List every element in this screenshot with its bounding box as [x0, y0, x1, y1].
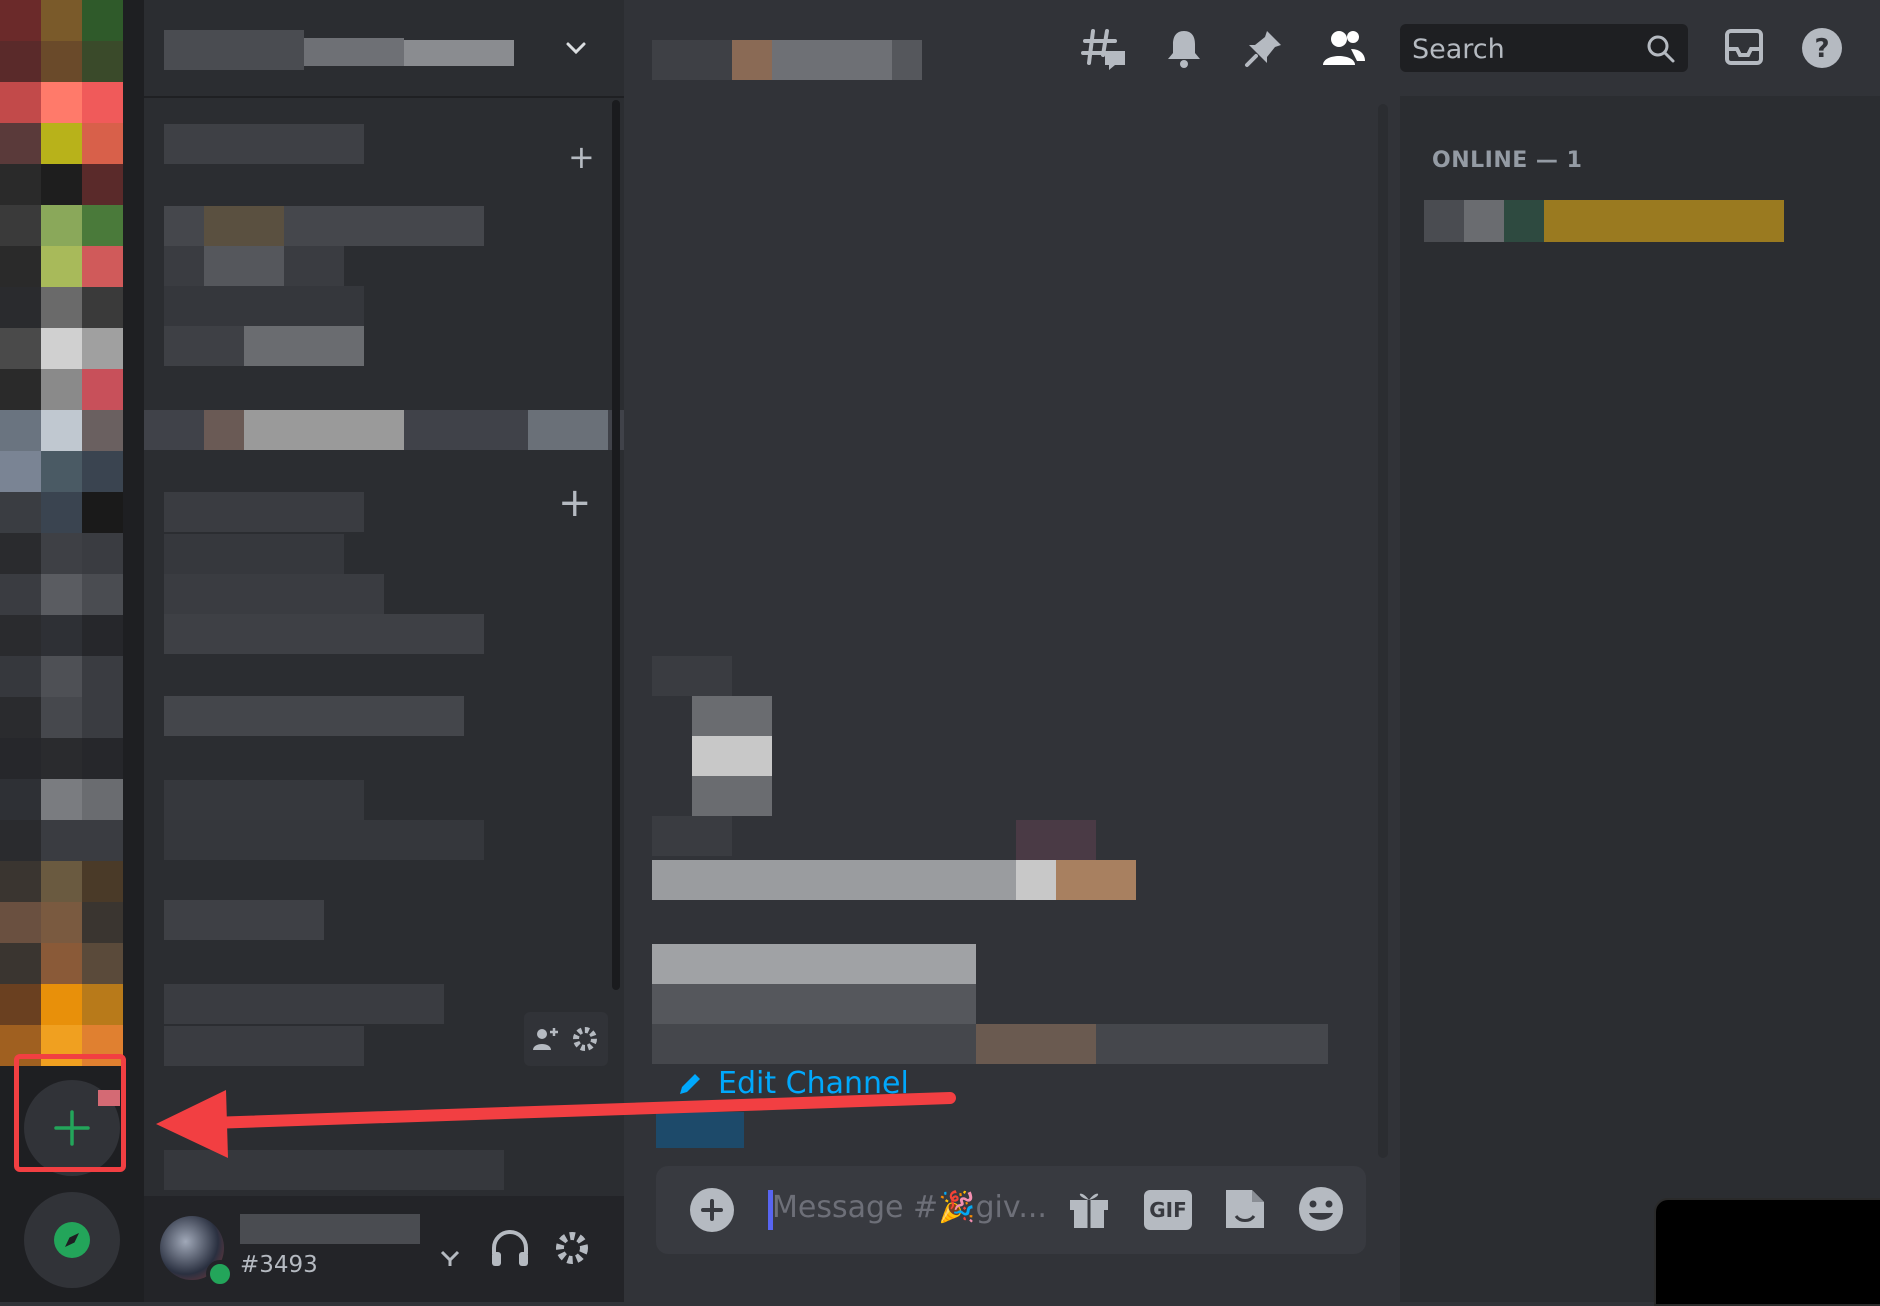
server-icon[interactable] [0, 533, 41, 574]
member-name-blurred [1544, 200, 1784, 242]
welcome-text-blurred [652, 944, 976, 984]
server-icon[interactable] [82, 0, 123, 41]
members-icon [1323, 31, 1365, 65]
help-button[interactable]: ? [1796, 22, 1848, 74]
sticker-icon[interactable] [1222, 1186, 1268, 1232]
sidebar-scrollbar[interactable] [612, 100, 620, 990]
gif-button[interactable]: GIF [1144, 1190, 1192, 1230]
server-icon[interactable] [0, 82, 41, 123]
threads-button[interactable] [1078, 22, 1130, 74]
channel-item[interactable] [164, 900, 324, 940]
threads-icon [1081, 29, 1125, 70]
headphones-icon[interactable] [488, 1226, 532, 1270]
chat-scrollbar[interactable] [1378, 104, 1388, 1158]
create-channel-icon[interactable]: + [558, 480, 592, 526]
help-icon: ? [1802, 28, 1842, 68]
user-settings-gear-icon[interactable] [552, 1228, 592, 1268]
upload-button[interactable] [690, 1188, 734, 1232]
invite-member-icon[interactable] [530, 1024, 560, 1054]
member-list-toggle[interactable] [1318, 22, 1370, 74]
welcome-title-blurred [652, 860, 1062, 900]
create-channel-icon[interactable]: + [568, 138, 595, 176]
channel-item[interactable] [164, 984, 444, 1024]
gear-icon[interactable] [570, 1024, 600, 1054]
search-icon [1647, 35, 1675, 63]
user-panel: #3493 [144, 1196, 624, 1302]
server-icon[interactable] [0, 779, 41, 820]
microphone-icon[interactable] [432, 1230, 468, 1270]
online-members-heading: ONLINE — 1 [1432, 148, 1583, 173]
channel-item[interactable] [164, 780, 364, 820]
pinned-messages-button[interactable] [1238, 22, 1290, 74]
gif-label: GIF [1149, 1198, 1187, 1222]
explore-servers-button[interactable] [24, 1192, 120, 1288]
server-icon[interactable] [41, 0, 82, 41]
channel-item[interactable] [164, 614, 484, 654]
channel-item[interactable] [164, 534, 344, 574]
channel-item[interactable] [164, 574, 384, 614]
server-icon[interactable] [0, 328, 41, 369]
server-header[interactable] [144, 0, 624, 98]
bell-icon [1168, 31, 1200, 68]
server-icon[interactable] [0, 656, 41, 697]
server-icon[interactable] [0, 205, 41, 246]
server-icon[interactable] [0, 410, 41, 451]
emoji-icon[interactable] [1296, 1184, 1346, 1234]
user-discriminator: #3493 [240, 1252, 318, 1278]
channel-category[interactable] [164, 492, 364, 532]
voice-channel-actions [524, 1012, 608, 1066]
member-list: ONLINE — 1 [1400, 96, 1880, 1302]
annotation-arrow [156, 1090, 956, 1158]
annotation-highlight-box [14, 1054, 126, 1172]
channel-item[interactable] [164, 696, 464, 736]
status-online-dot [206, 1260, 234, 1288]
overlay-panel [1654, 1198, 1880, 1306]
member-avatar-blurred [1424, 200, 1464, 242]
server-icon[interactable] [0, 861, 41, 902]
gift-icon[interactable] [1066, 1186, 1112, 1232]
username-blurred [240, 1214, 420, 1244]
search-placeholder: Search [1412, 34, 1505, 65]
svg-text:?: ? [1814, 34, 1829, 64]
inbox-icon [1725, 29, 1763, 65]
plus-circle-icon [701, 1199, 723, 1221]
channel-name-blurred [652, 40, 732, 80]
welcome-icon-blurred [652, 656, 732, 696]
search-input[interactable]: Search [1400, 24, 1688, 72]
message-composer[interactable]: Message #🎉giv... GIF [656, 1166, 1366, 1254]
server-icon[interactable] [0, 984, 41, 1025]
channel-header: Search ? [624, 0, 1880, 98]
inbox-button[interactable] [1718, 22, 1770, 74]
channel-category[interactable] [164, 124, 364, 164]
notification-settings-button[interactable] [1158, 22, 1210, 74]
channel-item[interactable] [164, 820, 484, 860]
pin-icon [1245, 31, 1281, 67]
member-item[interactable] [1424, 200, 1784, 242]
compass-icon [54, 1222, 90, 1258]
channel-item[interactable] [164, 286, 364, 326]
server-icon[interactable] [0, 0, 41, 41]
chevron-down-icon [566, 42, 586, 55]
message-input-placeholder[interactable]: Message #🎉giv... [772, 1190, 1047, 1225]
